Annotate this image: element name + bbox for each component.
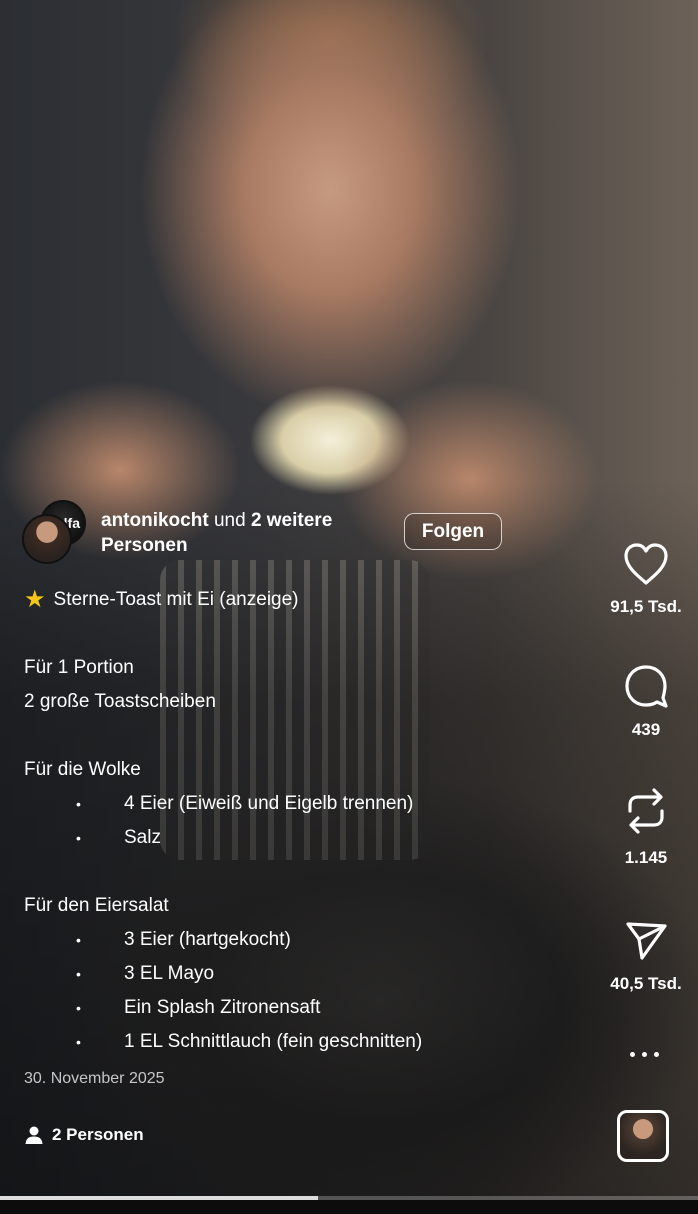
list-item: 3 Eier (hartgekocht) [24, 923, 584, 957]
repost-action[interactable]: 1.145 [596, 784, 696, 868]
caption-toast: 2 große Toastscheiben [24, 691, 216, 712]
share-action[interactable]: 40,5 Tsd. [596, 918, 696, 994]
send-icon[interactable] [622, 918, 670, 964]
repost-icon[interactable] [622, 784, 670, 838]
tagged-persons[interactable]: 2 Personen [24, 1125, 144, 1145]
avatar-author[interactable] [22, 514, 72, 564]
author-name[interactable]: antonikocht [101, 510, 209, 531]
list-item: Ein Splash Zitronensaft [24, 991, 584, 1025]
caption-portion: Für 1 Portion [24, 657, 134, 678]
star-icon: ★ [24, 586, 46, 613]
list-item: 3 EL Mayo [24, 957, 584, 991]
heart-icon[interactable] [621, 541, 671, 587]
person-icon [25, 1126, 43, 1144]
comment-count: 439 [631, 720, 661, 739]
list-item: Salz [24, 821, 584, 855]
comment-action[interactable]: 439 [596, 662, 696, 740]
caption-section-eiersalat: Für den Eiersalat [24, 895, 169, 916]
list-item: 1 EL Schnittlauch (fein geschnitten) [24, 1025, 584, 1059]
reel-overlay: lfa antonikocht und 2 weitere Personen F… [0, 0, 698, 1214]
repost-count: 1.145 [624, 848, 668, 867]
caption-section-wolke: Für die Wolke [24, 759, 141, 780]
comment-icon[interactable] [622, 662, 670, 710]
caption-title: Sterne-Toast mit Ei (anzeige) [53, 589, 299, 610]
bottom-bar [0, 1200, 698, 1214]
author-join: und [208, 510, 251, 531]
share-count: 40,5 Tsd. [610, 974, 682, 993]
audio-thumbnail[interactable] [617, 1110, 669, 1162]
post-date: 30. November 2025 [24, 1070, 165, 1087]
follow-button[interactable]: Folgen [404, 513, 502, 550]
author-line: antonikocht und 2 weitere Personen [101, 508, 401, 558]
more-options-icon[interactable] [628, 1046, 662, 1062]
like-action[interactable]: 91,5 Tsd. [596, 541, 696, 617]
caption[interactable]: ★ Sterne-Toast mit Ei (anzeige) Für 1 Po… [24, 583, 584, 1060]
like-count: 91,5 Tsd. [610, 597, 682, 616]
caption-title-row: ★ Sterne-Toast mit Ei (anzeige) [24, 583, 584, 617]
persons-label: 2 Personen [52, 1125, 144, 1144]
author-avatars[interactable]: lfa [22, 500, 92, 564]
video-frame[interactable]: lfa antonikocht und 2 weitere Personen F… [0, 0, 698, 1214]
list-item: 4 Eier (Eiweiß und Eigelb trennen) [24, 787, 584, 821]
